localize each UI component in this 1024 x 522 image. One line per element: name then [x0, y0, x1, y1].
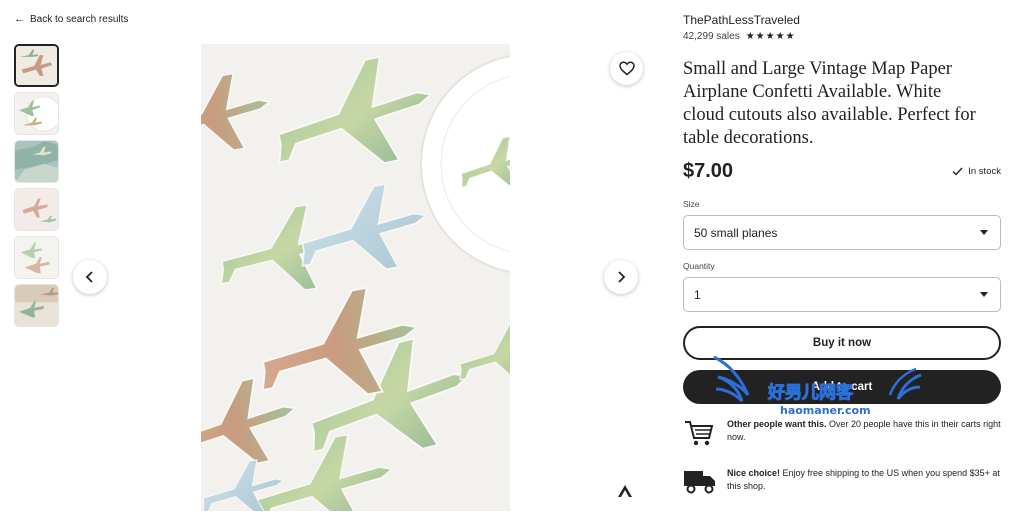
- back-to-search-link[interactable]: ← Back to search results: [14, 13, 128, 25]
- listing-page: ← Back to search results ThePathLessTrav…: [0, 0, 1024, 522]
- next-image-button[interactable]: [604, 260, 638, 294]
- buy-now-button[interactable]: Buy it now: [683, 326, 1001, 360]
- chevron-left-icon: [85, 271, 93, 283]
- size-label: Size: [683, 199, 700, 209]
- chevron-right-icon: [618, 271, 626, 283]
- quantity-label: Quantity: [683, 261, 715, 271]
- main-product-image: [201, 44, 510, 511]
- thumbnail-1[interactable]: [14, 44, 59, 87]
- caret-down-icon: [980, 230, 988, 235]
- quantity-select[interactable]: 1: [683, 277, 1001, 312]
- product-title: Small and Large Vintage Map Paper Airpla…: [683, 59, 976, 148]
- truck-icon: [684, 471, 715, 494]
- sales-count: 42,299 sales: [683, 31, 740, 42]
- thumbnail-3[interactable]: [14, 140, 59, 183]
- add-to-cart-button[interactable]: Add to cart: [683, 370, 1001, 404]
- quantity-value: 1: [694, 287, 701, 302]
- caret-down-icon: [980, 292, 988, 297]
- stock-label: In stock: [968, 166, 1001, 177]
- size-select[interactable]: 50 small planes: [683, 215, 1001, 250]
- thumbnail-4[interactable]: [14, 188, 59, 231]
- thumbnail-5[interactable]: [14, 236, 59, 279]
- shipping-notice-bold: Nice choice!: [727, 468, 781, 478]
- cart-icon: [685, 421, 714, 446]
- shipping-notice: Nice choice! Enjoy free shipping to the …: [683, 467, 1001, 495]
- thumbnail-strip: [14, 44, 59, 327]
- shipping-notice-text: Nice choice! Enjoy free shipping to the …: [727, 467, 1001, 495]
- favorite-button[interactable]: [610, 52, 643, 85]
- heart-icon: [618, 61, 635, 76]
- demand-notice-text: Other people want this. Over 20 people h…: [727, 418, 1001, 448]
- thumbnail-6[interactable]: [14, 284, 59, 327]
- stock-status: In stock: [952, 166, 1001, 177]
- product-price: $7.00: [683, 160, 734, 182]
- rating-stars: ★★★★★: [745, 31, 796, 42]
- back-label: Back to search results: [30, 13, 129, 25]
- demand-notice: Other people want this. Over 20 people h…: [683, 418, 1001, 448]
- shop-sales-row: 42,299 sales ★★★★★: [683, 31, 796, 42]
- brand-triangle-icon: [618, 485, 632, 497]
- arrow-left-icon: ←: [14, 13, 25, 25]
- previous-image-button[interactable]: [73, 260, 107, 294]
- size-value: 50 small planes: [694, 225, 778, 240]
- shop-name-link[interactable]: ThePathLessTraveled: [683, 13, 800, 27]
- demand-notice-bold: Other people want this.: [727, 419, 827, 429]
- watermark-en: haomaner.com: [780, 404, 871, 417]
- checkmark-icon: [952, 167, 963, 176]
- thumbnail-2[interactable]: [14, 92, 59, 135]
